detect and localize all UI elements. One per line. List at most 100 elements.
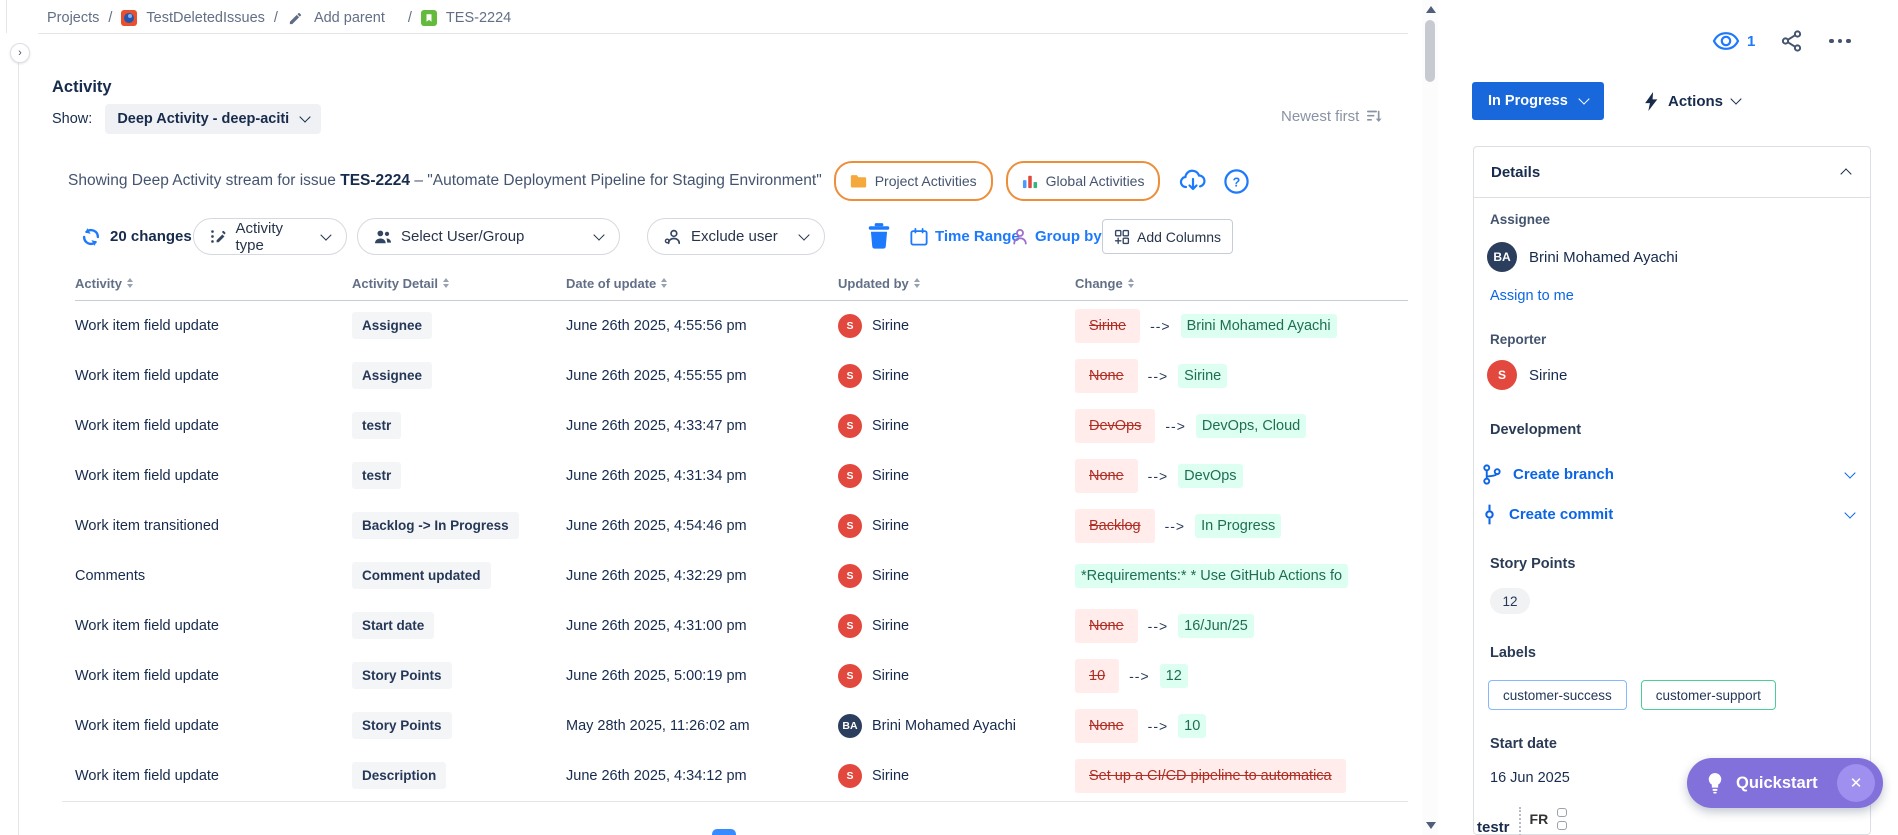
- sort-carets-icon: [661, 278, 668, 288]
- project-activities-button[interactable]: Project Activities: [833, 161, 993, 201]
- row-activity-detail: testr: [352, 462, 566, 489]
- activity-table-body: Work item field update Assignee June 26t…: [75, 301, 1408, 801]
- row-updated-by: S Sirine: [838, 564, 1075, 588]
- status-dropdown[interactable]: In Progress: [1472, 82, 1604, 120]
- row-updated-by: S Sirine: [838, 614, 1075, 638]
- help-icon[interactable]: ?: [1221, 166, 1251, 196]
- main-scrollbar[interactable]: [1422, 0, 1438, 835]
- user-avatar: S: [838, 514, 862, 538]
- issue-title: "Automate Deployment Pipeline for Stagin…: [427, 172, 822, 189]
- create-commit-row[interactable]: Create commit: [1482, 504, 1856, 525]
- assign-to-me-link[interactable]: Assign to me: [1490, 288, 1574, 304]
- actions-dropdown[interactable]: Actions: [1644, 82, 1742, 120]
- row-activity: Work item field update: [75, 418, 219, 434]
- drag-handle-dots: [1518, 807, 1521, 835]
- commit-icon: [1485, 504, 1494, 525]
- more-actions-icon[interactable]: [1829, 38, 1851, 44]
- create-commit-chevron-icon: [1844, 506, 1856, 519]
- scrollbar-down-arrow[interactable]: [1426, 822, 1436, 829]
- row-activity-detail: Assignee: [352, 312, 566, 339]
- create-branch-row[interactable]: Create branch: [1482, 464, 1856, 485]
- details-panel-header[interactable]: Details: [1474, 147, 1870, 198]
- scrollbar-thumb[interactable]: [1425, 20, 1435, 82]
- stream-banner: Showing Deep Activity stream for issue T…: [68, 158, 1388, 204]
- share-icon[interactable]: [1777, 26, 1807, 56]
- group-by-button[interactable]: Group by: [1012, 218, 1102, 255]
- row-date: June 26th 2025, 4:55:55 pm: [566, 368, 747, 384]
- exclude-user-filter[interactable]: Exclude user: [647, 218, 825, 255]
- activity-type-icon: [211, 230, 226, 243]
- user-avatar: S: [838, 364, 862, 388]
- label-chip[interactable]: customer-support: [1640, 680, 1776, 710]
- quickstart-close-button[interactable]: ✕: [1837, 764, 1875, 802]
- column-header[interactable]: Change: [1075, 276, 1408, 291]
- show-label: Show:: [52, 111, 93, 127]
- activity-table-header: Activity Activity Detail Date of update Upd…: [75, 268, 1408, 298]
- row-activity: Work item field update: [75, 668, 219, 684]
- clear-filters-trash-icon[interactable]: [866, 222, 892, 255]
- time-range-button[interactable]: Time Range: [910, 218, 1020, 255]
- cloud-download-icon[interactable]: [1178, 166, 1208, 196]
- user-name: Brini Mohamed Ayachi: [872, 718, 1017, 734]
- user-name: Sirine: [872, 668, 910, 684]
- breadcrumb-issue-link[interactable]: TES-2224: [446, 10, 511, 26]
- scrollbar-up-arrow[interactable]: [1426, 6, 1436, 13]
- table-row: Work item field update testr June 26th 2…: [75, 451, 1408, 501]
- quickstart-button[interactable]: Quickstart ✕: [1687, 758, 1883, 808]
- breadcrumb-project-link[interactable]: TestDeletedIssues: [146, 10, 264, 26]
- activity-filter-dropdown[interactable]: Deep Activity - deep-aciti: [105, 104, 322, 134]
- breadcrumb-projects-link[interactable]: Projects: [47, 10, 99, 26]
- watchers-button[interactable]: 1: [1712, 31, 1755, 51]
- row-activity-detail: testr: [352, 412, 566, 439]
- column-header[interactable]: Activity Detail: [352, 276, 566, 291]
- add-parent-link[interactable]: Add parent: [314, 10, 385, 26]
- expand-sidebar-button[interactable]: ›: [10, 43, 30, 63]
- row-activity-detail: Comment updated: [352, 562, 566, 589]
- row-updated-by: S Sirine: [838, 764, 1075, 788]
- stream-banner-text: Showing Deep Activity stream for issue T…: [68, 172, 822, 189]
- column-header[interactable]: Updated by: [838, 276, 1075, 291]
- row-activity: Comments: [75, 568, 146, 584]
- user-avatar: S: [838, 764, 862, 788]
- language-indicator-icons: [1557, 805, 1568, 830]
- row-change: None --> Sirine: [1075, 359, 1408, 393]
- collapse-chevron-icon: [1840, 168, 1852, 180]
- changes-count[interactable]: 20 changes: [80, 218, 192, 255]
- label-chip[interactable]: customer-success: [1488, 680, 1627, 710]
- activity-type-filter[interactable]: Activity type: [193, 218, 347, 255]
- row-activity: Work item field update: [75, 768, 219, 784]
- row-activity: Work item field update: [75, 468, 219, 484]
- user-name: Sirine: [872, 368, 910, 384]
- reporter-name: Sirine: [1529, 366, 1568, 384]
- table-row: Work item field update Assignee June 26t…: [75, 351, 1408, 401]
- load-more-button-partial[interactable]: [712, 829, 736, 835]
- row-activity: Work item field update: [75, 318, 219, 334]
- add-columns-button[interactable]: Add Columns: [1102, 219, 1234, 254]
- user-name: Sirine: [872, 318, 910, 334]
- watchers-count: 1: [1747, 32, 1756, 50]
- reporter-value[interactable]: S Sirine: [1487, 360, 1567, 390]
- table-row: Work item field update testr June 26th 2…: [75, 401, 1408, 451]
- development-label: Development: [1490, 422, 1582, 438]
- table-row: Work item transitioned Backlog -> In Pro…: [75, 501, 1408, 551]
- sort-order-button[interactable]: Newest first: [1281, 108, 1383, 125]
- row-activity-detail: Start date: [352, 612, 566, 639]
- row-updated-by: BA Brini Mohamed Ayachi: [838, 714, 1075, 738]
- row-date: June 26th 2025, 4:32:29 pm: [566, 568, 747, 584]
- activity-table: Activity Activity Detail Date of update Upd…: [75, 268, 1408, 801]
- show-filter-row: Show: Deep Activity - deep-aciti: [52, 104, 322, 134]
- row-change: *Requirements:* * Use GitHub Actions fo: [1075, 564, 1408, 588]
- refresh-icon: [82, 227, 100, 246]
- language-indicator[interactable]: FR: [1530, 805, 1549, 827]
- assignee-name: Brini Mohamed Ayachi: [1529, 248, 1678, 266]
- select-user-group-filter[interactable]: Select User/Group: [357, 218, 620, 255]
- user-name: Sirine: [872, 418, 910, 434]
- column-header[interactable]: Date of update: [566, 276, 838, 291]
- column-header[interactable]: Activity: [75, 276, 352, 291]
- lightning-icon: [1645, 91, 1658, 111]
- assignee-value[interactable]: BA Brini Mohamed Ayachi: [1487, 242, 1678, 272]
- global-activities-button[interactable]: Global Activities: [1005, 161, 1161, 201]
- sort-carets-icon: [913, 278, 920, 288]
- people-icon: [375, 230, 391, 243]
- breadcrumb: Projects / TestDeletedIssues / Add paren…: [47, 5, 511, 31]
